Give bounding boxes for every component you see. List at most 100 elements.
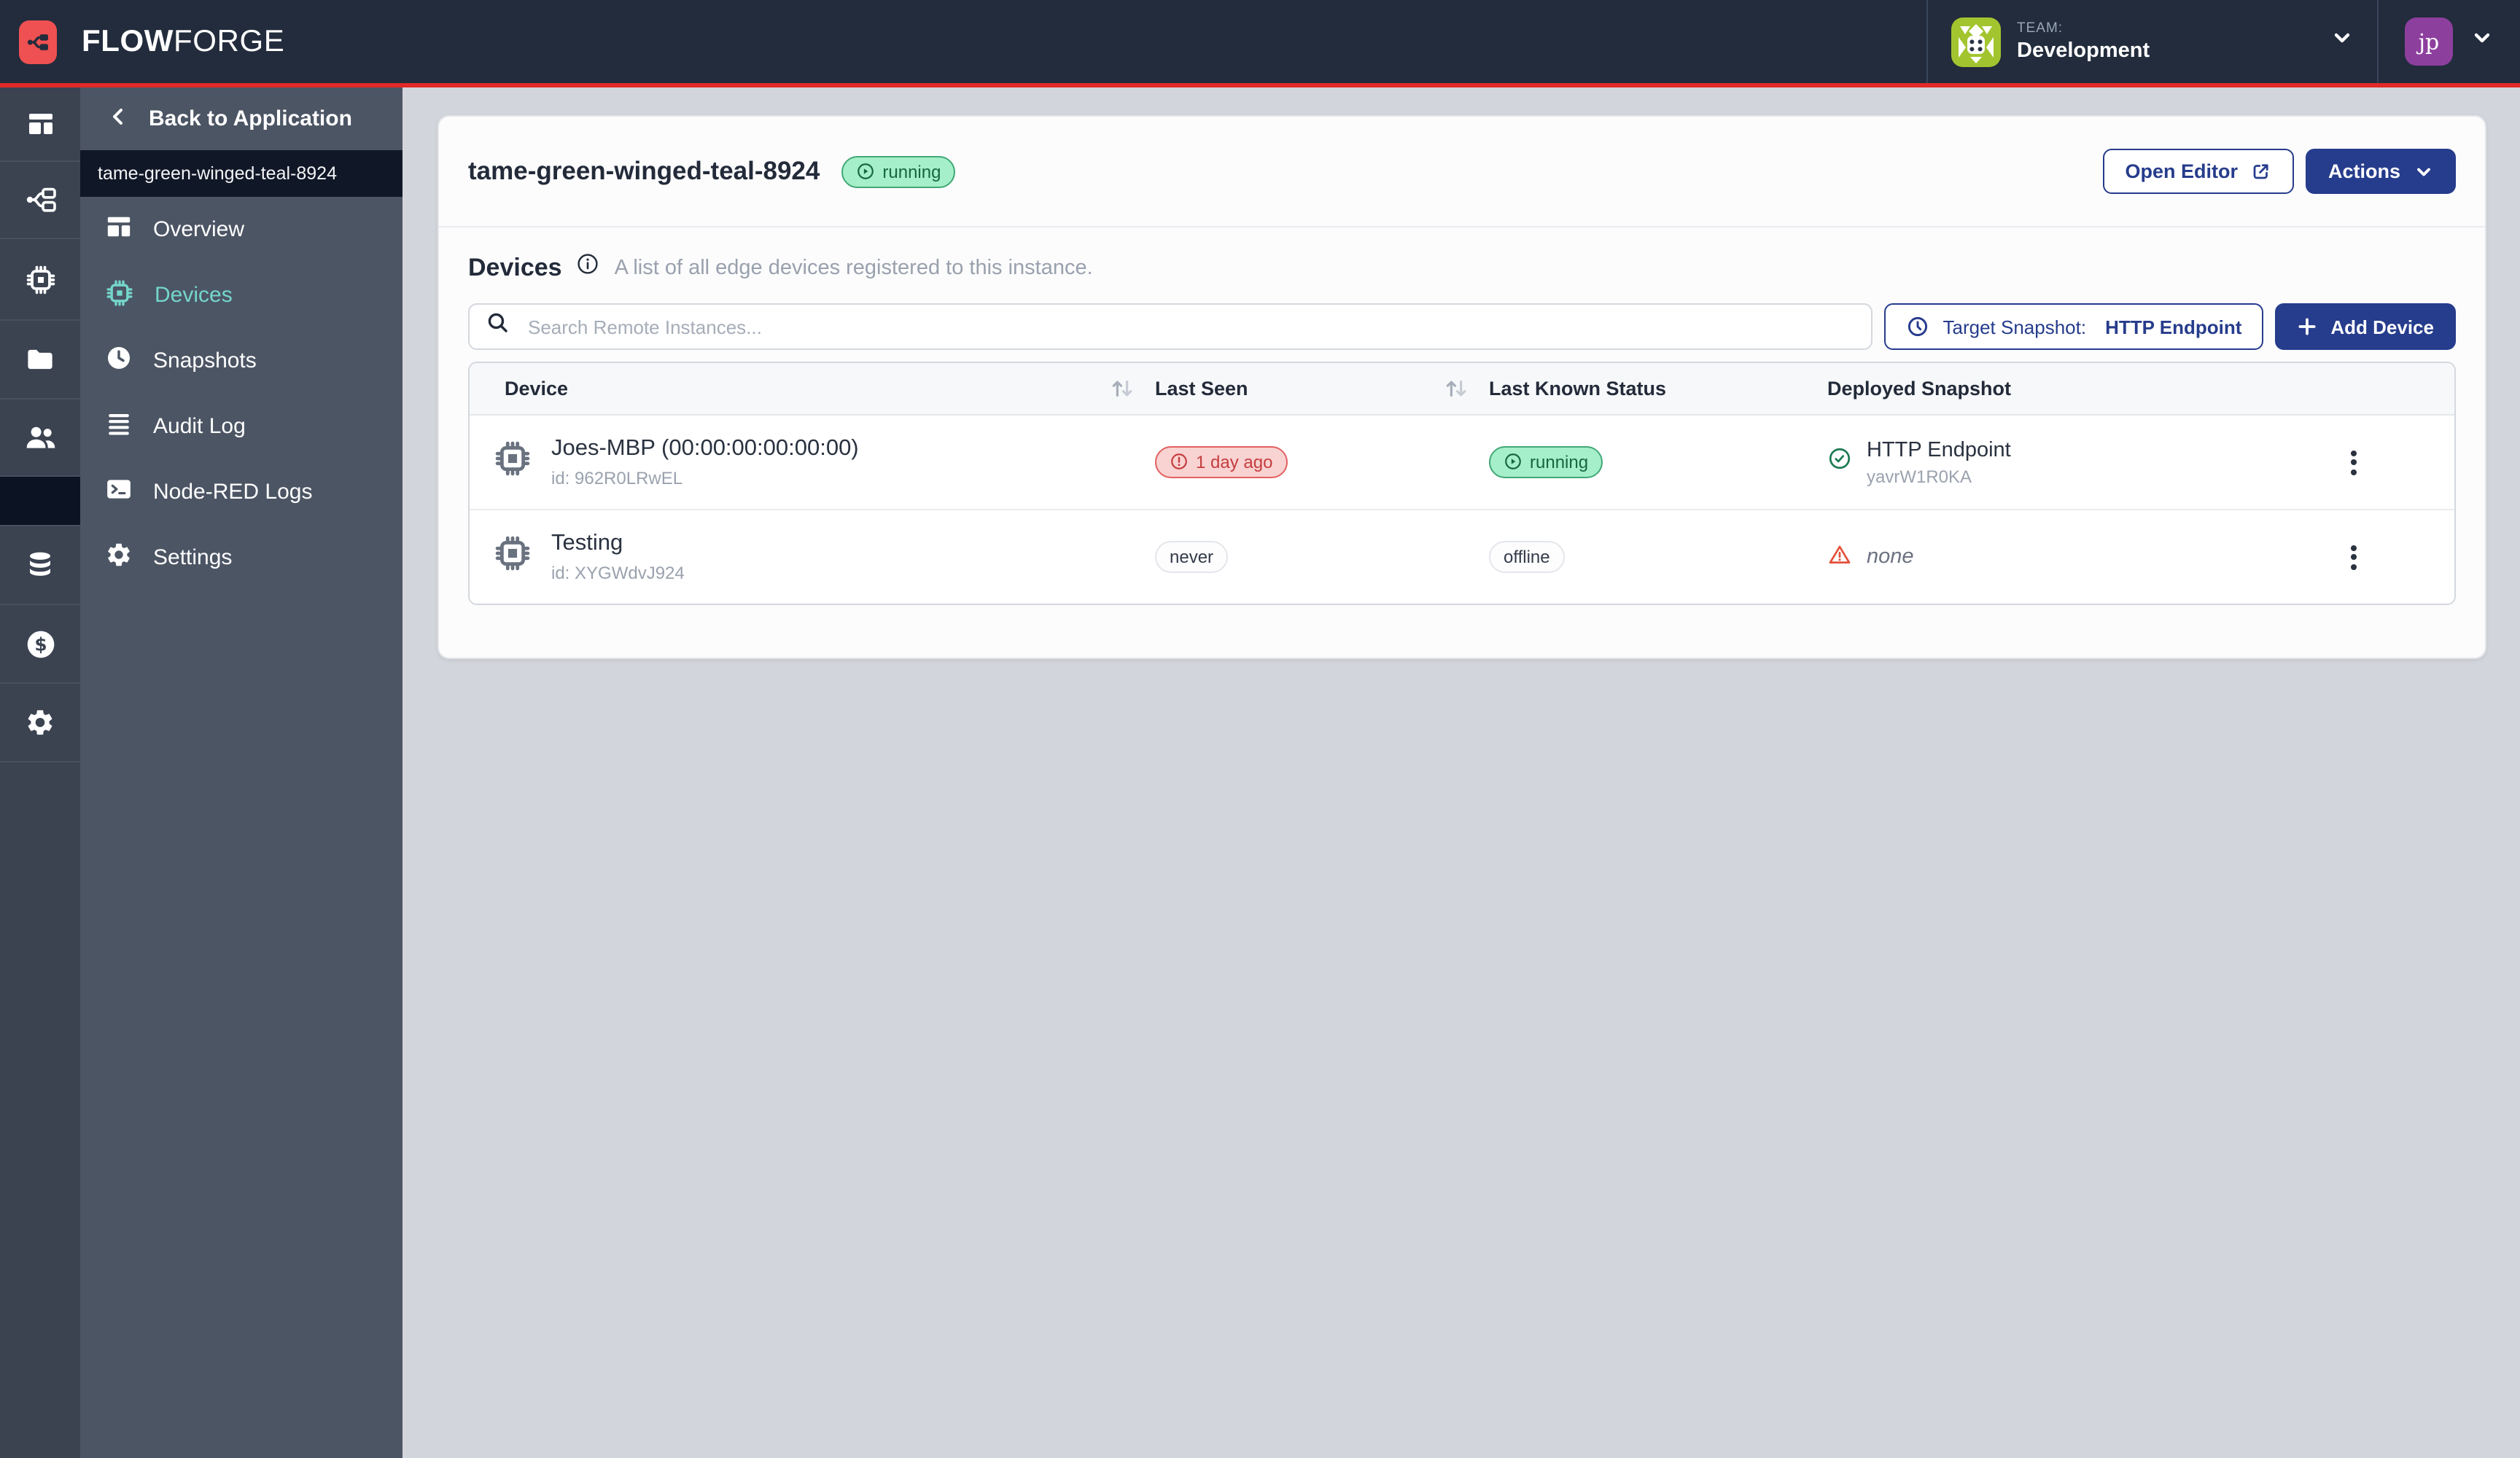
sidebar-item-label: Overview [153,217,244,242]
sidebar-item-label: Node-RED Logs [153,480,312,504]
devices-icon [105,278,134,313]
header-actions: Open Editor Actions [2103,149,2456,194]
chevron-down-icon [2470,26,2494,57]
brand-wordmark: FLOWFORGE [82,24,284,59]
sidebar-item-overview[interactable]: Overview [80,197,402,262]
team-name: Development [2017,39,2150,63]
user-menu[interactable]: jp [2377,0,2520,83]
sort-icon[interactable] [1110,376,1135,401]
device-cell: Joes-MBP (00:00:00:00:00:00) id: 962R0LR… [470,436,1155,488]
sidebar-item-audit-log[interactable]: Audit Log [80,394,402,459]
team-text: TEAM: Development [2017,20,2150,63]
status-cell: running [1489,446,1827,479]
sidebar-item-label: Devices [155,283,233,308]
play-circle-icon [1504,453,1522,472]
devices-icon[interactable] [0,239,80,321]
column-device[interactable]: Device [470,376,1155,401]
sidebar-item-label: Audit Log [153,414,246,439]
info-icon[interactable] [577,252,600,283]
target-snapshot-button[interactable]: Target Snapshot:HTTP Endpoint [1885,303,2264,350]
search-box [468,303,1873,350]
snapshot-name: none [1867,545,1914,569]
settings-icon[interactable] [0,684,80,763]
user-avatar: jp [2405,17,2453,66]
chevron-down-icon [2414,161,2434,182]
deployed-snapshot-cell: HTTP Endpoint yavrW1R0KA [1827,438,2339,486]
datastore-icon[interactable] [0,526,80,605]
snapshots-icon [105,344,133,378]
top-navbar: FLOWFORGE [0,0,2520,83]
icon-rail: $ [0,87,80,1458]
search-input[interactable] [525,314,1856,339]
row-actions-cell [2339,444,2454,480]
actions-button[interactable]: Actions [2306,149,2456,194]
device-id: id: XYGWdvJ924 [551,563,685,583]
back-label: Back to Application [149,106,352,131]
devices-description: A list of all edge devices registered to… [615,256,1093,279]
device-info: Joes-MBP (00:00:00:00:00:00) id: 962R0LR… [551,436,859,488]
rail-active-band [0,477,80,526]
last-seen-cell: 1 day ago [1155,446,1489,479]
sidebar-item-devices[interactable]: Devices [80,262,402,328]
devices-heading: Devices [468,253,562,282]
back-to-application[interactable]: Back to Application [80,87,402,150]
devices-table: Device Last Seen Last Known Status [468,362,2456,605]
snapshot-name: HTTP Endpoint [1867,438,2011,461]
rail-spacer [0,763,80,1458]
external-link-icon [2251,160,2273,182]
open-editor-button[interactable]: Open Editor [2103,149,2295,194]
svg-text:$: $ [34,633,46,654]
column-deployed-snapshot: Deployed Snapshot [1827,378,2339,399]
status-badge: running [1489,446,1603,478]
deployed-snapshot-cell: none [1827,542,2339,572]
exclamation-circle-icon [1170,453,1189,472]
pipelines-icon[interactable] [0,162,80,239]
device-name: Testing [551,531,685,557]
table-row[interactable]: Testing id: XYGWdvJ924 never offline [470,510,2454,604]
flowforge-logo-icon[interactable] [19,20,57,63]
node-red-logs-icon [105,475,133,509]
status-badge: running [841,155,955,187]
brand-forge: FORGE [174,24,284,59]
clock-icon [1907,315,1930,338]
last-seen-badge: 1 day ago [1155,446,1287,478]
column-last-seen[interactable]: Last Seen [1155,376,1489,401]
sidebar-item-label: Settings [153,545,232,570]
instance-name-band: tame-green-winged-teal-8924 [80,150,402,197]
chevron-down-icon [2330,26,2354,57]
app: FLOWFORGE [0,0,2520,1458]
table-row[interactable]: Joes-MBP (00:00:00:00:00:00) id: 962R0LR… [470,416,2454,510]
applications-icon[interactable] [0,87,80,162]
search-icon [486,311,510,343]
plus-icon [2297,316,2317,337]
kebab-menu-icon[interactable] [2339,444,2368,480]
add-device-button[interactable]: Add Device [2275,303,2456,350]
sidebar-item-snapshots[interactable]: Snapshots [80,328,402,394]
sidebar-item-settings[interactable]: Settings [80,525,402,590]
navbar-right: TEAM: Development jp [1926,0,2520,83]
kebab-menu-icon[interactable] [2339,539,2368,575]
last-seen-badge: never [1155,541,1228,573]
page-title: tame-green-winged-teal-8924 [468,156,820,187]
team-selector[interactable]: TEAM: Development [1926,0,2377,83]
table-header: Device Last Seen Last Known Status [470,363,2454,416]
main-content: tame-green-winged-teal-8924 running Open… [402,87,2520,1458]
device-name: Joes-MBP (00:00:00:00:00:00) [551,436,859,462]
device-chip-icon [493,534,532,580]
sort-icon[interactable] [1444,376,1469,401]
card-header: tame-green-winged-teal-8924 running Open… [439,117,2485,226]
play-circle-icon [856,162,875,181]
team-label: TEAM: [2017,20,2150,36]
snapshot-info: HTTP Endpoint yavrW1R0KA [1867,438,2011,486]
status-cell: offline [1489,541,1827,573]
billing-icon[interactable]: $ [0,605,80,684]
device-info: Testing id: XYGWdvJ924 [551,531,685,583]
snapshot-id: yavrW1R0KA [1867,466,2011,486]
warning-triangle-icon [1827,542,1852,572]
library-icon[interactable] [0,321,80,399]
team-avatar [1951,17,2001,66]
members-icon[interactable] [0,399,80,477]
sidebar-item-node-red-logs[interactable]: Node-RED Logs [80,459,402,525]
audit-log-icon [105,410,133,443]
instance-name: tame-green-winged-teal-8924 [98,163,337,184]
